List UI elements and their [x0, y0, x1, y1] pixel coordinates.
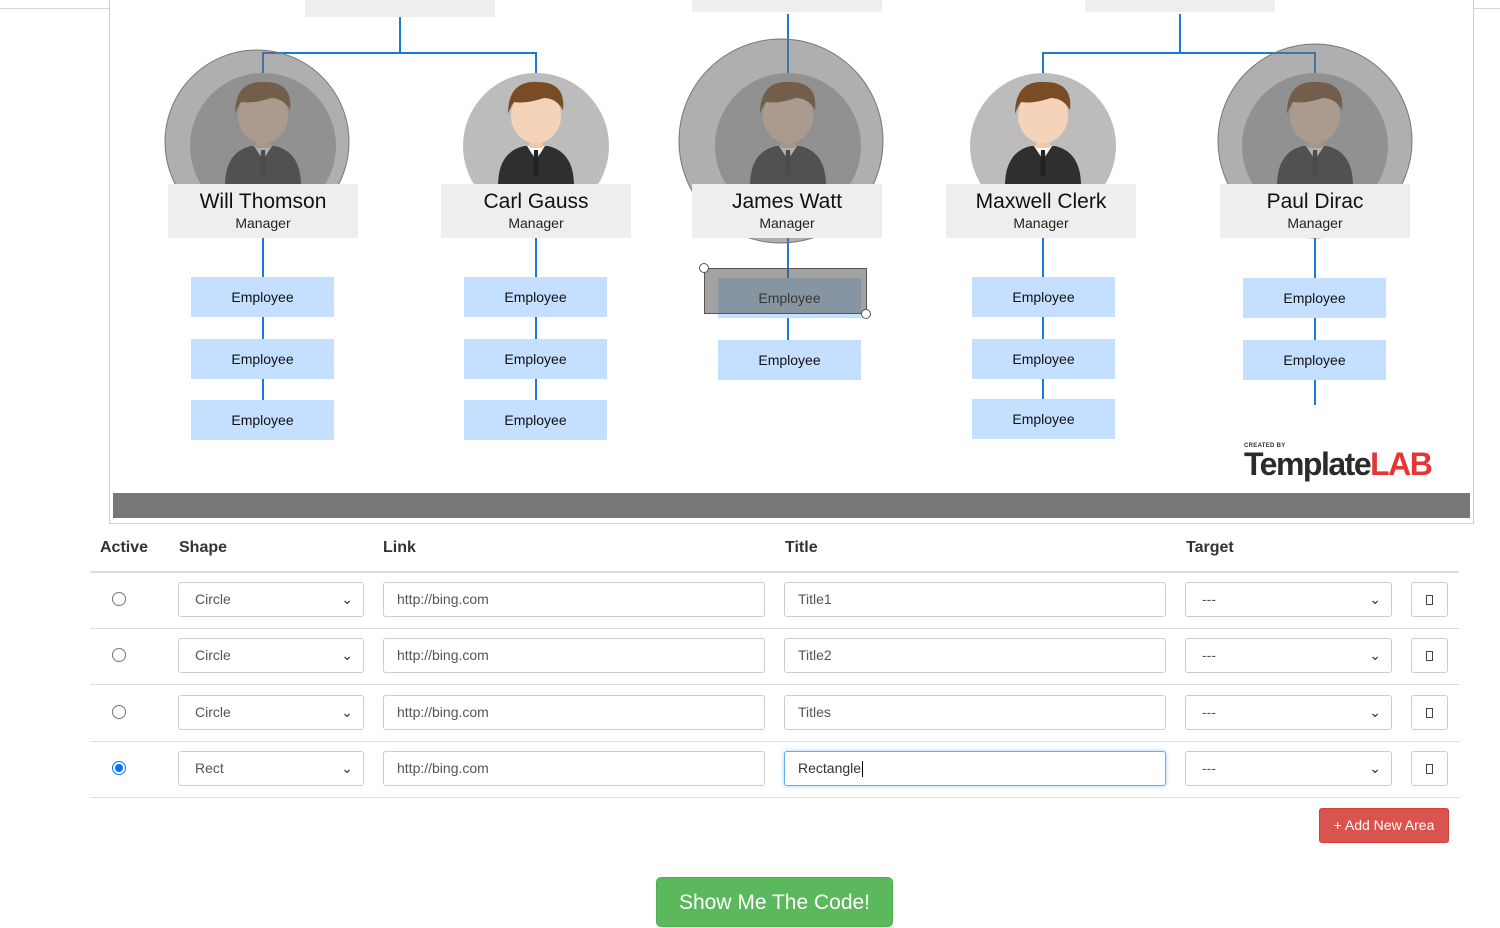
manager-name: James Watt	[731, 190, 843, 213]
manager-role: Manager	[1013, 215, 1069, 231]
manager-card-paul-dirac: Paul Dirac Manager	[1220, 184, 1410, 238]
manager-name: Will Thomson	[199, 190, 327, 213]
area-row-1: Circle ⌄ http://bing.com Title1 --- ⌄	[90, 572, 1459, 629]
area-row-4: Rect ⌄ http://bing.com Rectangle --- ⌄	[90, 741, 1459, 798]
target-select-value: ---	[1202, 704, 1216, 720]
target-select-value: ---	[1202, 647, 1216, 663]
delete-area-button[interactable]	[1411, 582, 1448, 617]
employee-box: Employee	[191, 339, 334, 379]
employee-box: Employee	[972, 277, 1115, 317]
shape-select-value: Circle	[195, 591, 231, 607]
employee-box: Employee	[972, 399, 1115, 439]
active-radio[interactable]	[112, 705, 126, 719]
header-title: Title	[785, 539, 818, 556]
title-input-value: Rectangle	[798, 760, 862, 776]
manager-role: Manager	[508, 215, 564, 231]
trash-icon	[1426, 651, 1433, 661]
manager-card-maxwell-clerk: Maxwell Clerk Manager	[946, 184, 1136, 238]
title-input[interactable]: Title1	[784, 582, 1166, 617]
logo-text-main: Template	[1244, 446, 1372, 482]
employee-box: Employee	[464, 339, 607, 379]
shape-select[interactable]: Circle ⌄	[178, 695, 364, 730]
manager-role: Manager	[1287, 215, 1343, 231]
delete-area-button[interactable]	[1411, 638, 1448, 673]
target-select[interactable]: --- ⌄	[1185, 582, 1392, 617]
manager-card-will-thomson: Will Thomson Manager	[168, 184, 358, 238]
area-row-2: Circle ⌄ http://bing.com Title2 --- ⌄	[90, 628, 1459, 685]
manager-name: Carl Gauss	[483, 190, 589, 213]
shape-select-value: Circle	[195, 704, 231, 720]
chevron-down-icon: ⌄	[341, 760, 353, 776]
header-target: Target	[1186, 539, 1234, 556]
chevron-down-icon: ⌄	[341, 704, 353, 720]
shape-select[interactable]: Circle ⌄	[178, 582, 364, 617]
title-input[interactable]: Title2	[784, 638, 1166, 673]
logo-text-accent: LAB	[1370, 446, 1433, 482]
active-radio[interactable]	[112, 648, 126, 662]
chevron-down-icon: ⌄	[1369, 760, 1381, 776]
shape-select-value: Rect	[195, 760, 224, 776]
chevron-down-icon: ⌄	[341, 647, 353, 663]
target-select-value: ---	[1202, 591, 1216, 607]
employee-box: Employee	[718, 340, 861, 380]
manager-role: Manager	[235, 215, 291, 231]
text-caret	[862, 761, 864, 778]
manager-name: Maxwell Clerk	[975, 190, 1107, 213]
employee-box: Employee	[972, 339, 1115, 379]
areas-table-header: Active Shape Link Title Target	[90, 530, 1459, 573]
link-input[interactable]: http://bing.com	[383, 751, 765, 786]
link-input[interactable]: http://bing.com	[383, 638, 765, 673]
show-code-button[interactable]: Show Me The Code!	[656, 877, 893, 927]
add-new-area-button[interactable]: + Add New Area	[1319, 808, 1449, 843]
active-radio[interactable]	[112, 592, 126, 606]
employee-box: Employee	[191, 277, 334, 317]
employee-box: Employee	[1243, 340, 1386, 380]
templatelab-logo: CREATED BY TemplateLAB	[1244, 443, 1433, 482]
header-link: Link	[383, 539, 416, 556]
resize-handle-bottom-right[interactable]	[861, 309, 871, 319]
trash-icon	[1426, 764, 1433, 774]
shape-select-value: Circle	[195, 647, 231, 663]
header-active: Active	[100, 539, 149, 556]
manager-role: Manager	[759, 215, 815, 231]
employee-box: Employee	[464, 277, 607, 317]
delete-area-button[interactable]	[1411, 695, 1448, 730]
selected-rect-area[interactable]	[704, 268, 867, 314]
employee-box: Employee	[191, 400, 334, 440]
title-input[interactable]: Rectangle	[784, 751, 1166, 786]
link-input[interactable]: http://bing.com	[383, 695, 765, 730]
delete-area-button[interactable]	[1411, 751, 1448, 786]
employee-box: Employee	[1243, 278, 1386, 318]
target-select[interactable]: --- ⌄	[1185, 638, 1392, 673]
manager-card-james-watt: James Watt Manager	[692, 184, 882, 238]
shape-select[interactable]: Circle ⌄	[178, 638, 364, 673]
target-select[interactable]: --- ⌄	[1185, 751, 1392, 786]
target-select-value: ---	[1202, 760, 1216, 776]
active-radio[interactable]	[112, 761, 126, 775]
chevron-down-icon: ⌄	[1369, 647, 1381, 663]
chevron-down-icon: ⌄	[341, 591, 353, 607]
area-row-3: Circle ⌄ http://bing.com Titles --- ⌄	[90, 685, 1459, 742]
resize-handle-top-left[interactable]	[699, 263, 709, 273]
trash-icon	[1426, 595, 1433, 605]
image-bottom-bar	[113, 493, 1470, 518]
chevron-down-icon: ⌄	[1369, 591, 1381, 607]
manager-card-carl-gauss: Carl Gauss Manager	[441, 184, 631, 238]
title-input[interactable]: Titles	[784, 695, 1166, 730]
link-input[interactable]: http://bing.com	[383, 582, 765, 617]
shape-select[interactable]: Rect ⌄	[178, 751, 364, 786]
employee-box: Employee	[464, 400, 607, 440]
header-shape: Shape	[179, 539, 228, 556]
manager-name: Paul Dirac	[1266, 190, 1364, 213]
trash-icon	[1426, 708, 1433, 718]
chevron-down-icon: ⌄	[1369, 704, 1381, 720]
target-select[interactable]: --- ⌄	[1185, 695, 1392, 730]
